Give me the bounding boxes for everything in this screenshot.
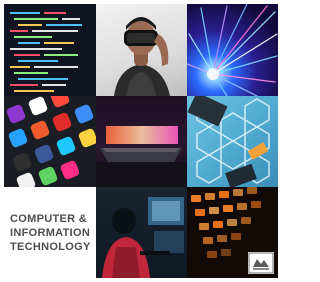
app-icon [27,96,49,117]
image-collage: COMPUTER & INFORMATION TECHNOLOGY [0,0,283,282]
hexagon-graphic [187,96,270,187]
smartphone-apps-image [4,96,96,187]
fiber-rays-graphic [187,4,278,96]
app-icon [51,111,73,133]
app-icon [37,165,59,187]
title-line-1: COMPUTER & [10,212,87,225]
app-icon [73,103,95,125]
title-panel: COMPUTER & INFORMATION TECHNOLOGY [4,187,96,278]
fiber-optic-image [187,4,278,96]
hexagon-circuit-image [187,96,278,187]
code-lines-graphic [10,12,82,92]
app-icon [5,103,27,125]
app-icon [29,119,51,141]
app-icon [7,127,29,149]
app-icon [59,159,81,181]
app-icon [49,96,71,109]
title-line-3: TECHNOLOGY [10,240,91,253]
app-icon [15,171,37,187]
app-icon [55,135,77,157]
keyboard-image [187,187,278,278]
code-screen-image [4,4,96,96]
vr-person-graphic [114,17,170,96]
laptop-graphic [96,126,187,187]
app-icon [77,127,96,149]
logo-icon [248,252,274,274]
person-computer-image [96,187,187,278]
facebook-app-icon [33,143,55,165]
page-title: COMPUTER & INFORMATION TECHNOLOGY [4,212,91,254]
person-graphic [102,197,184,278]
title-line-2: INFORMATION [10,226,91,239]
laptop-image [96,96,187,187]
collage-grid: COMPUTER & INFORMATION TECHNOLOGY [4,4,278,278]
logo-mark-graphic [248,252,274,274]
app-icon [11,151,33,173]
vr-headset-image [96,4,187,96]
